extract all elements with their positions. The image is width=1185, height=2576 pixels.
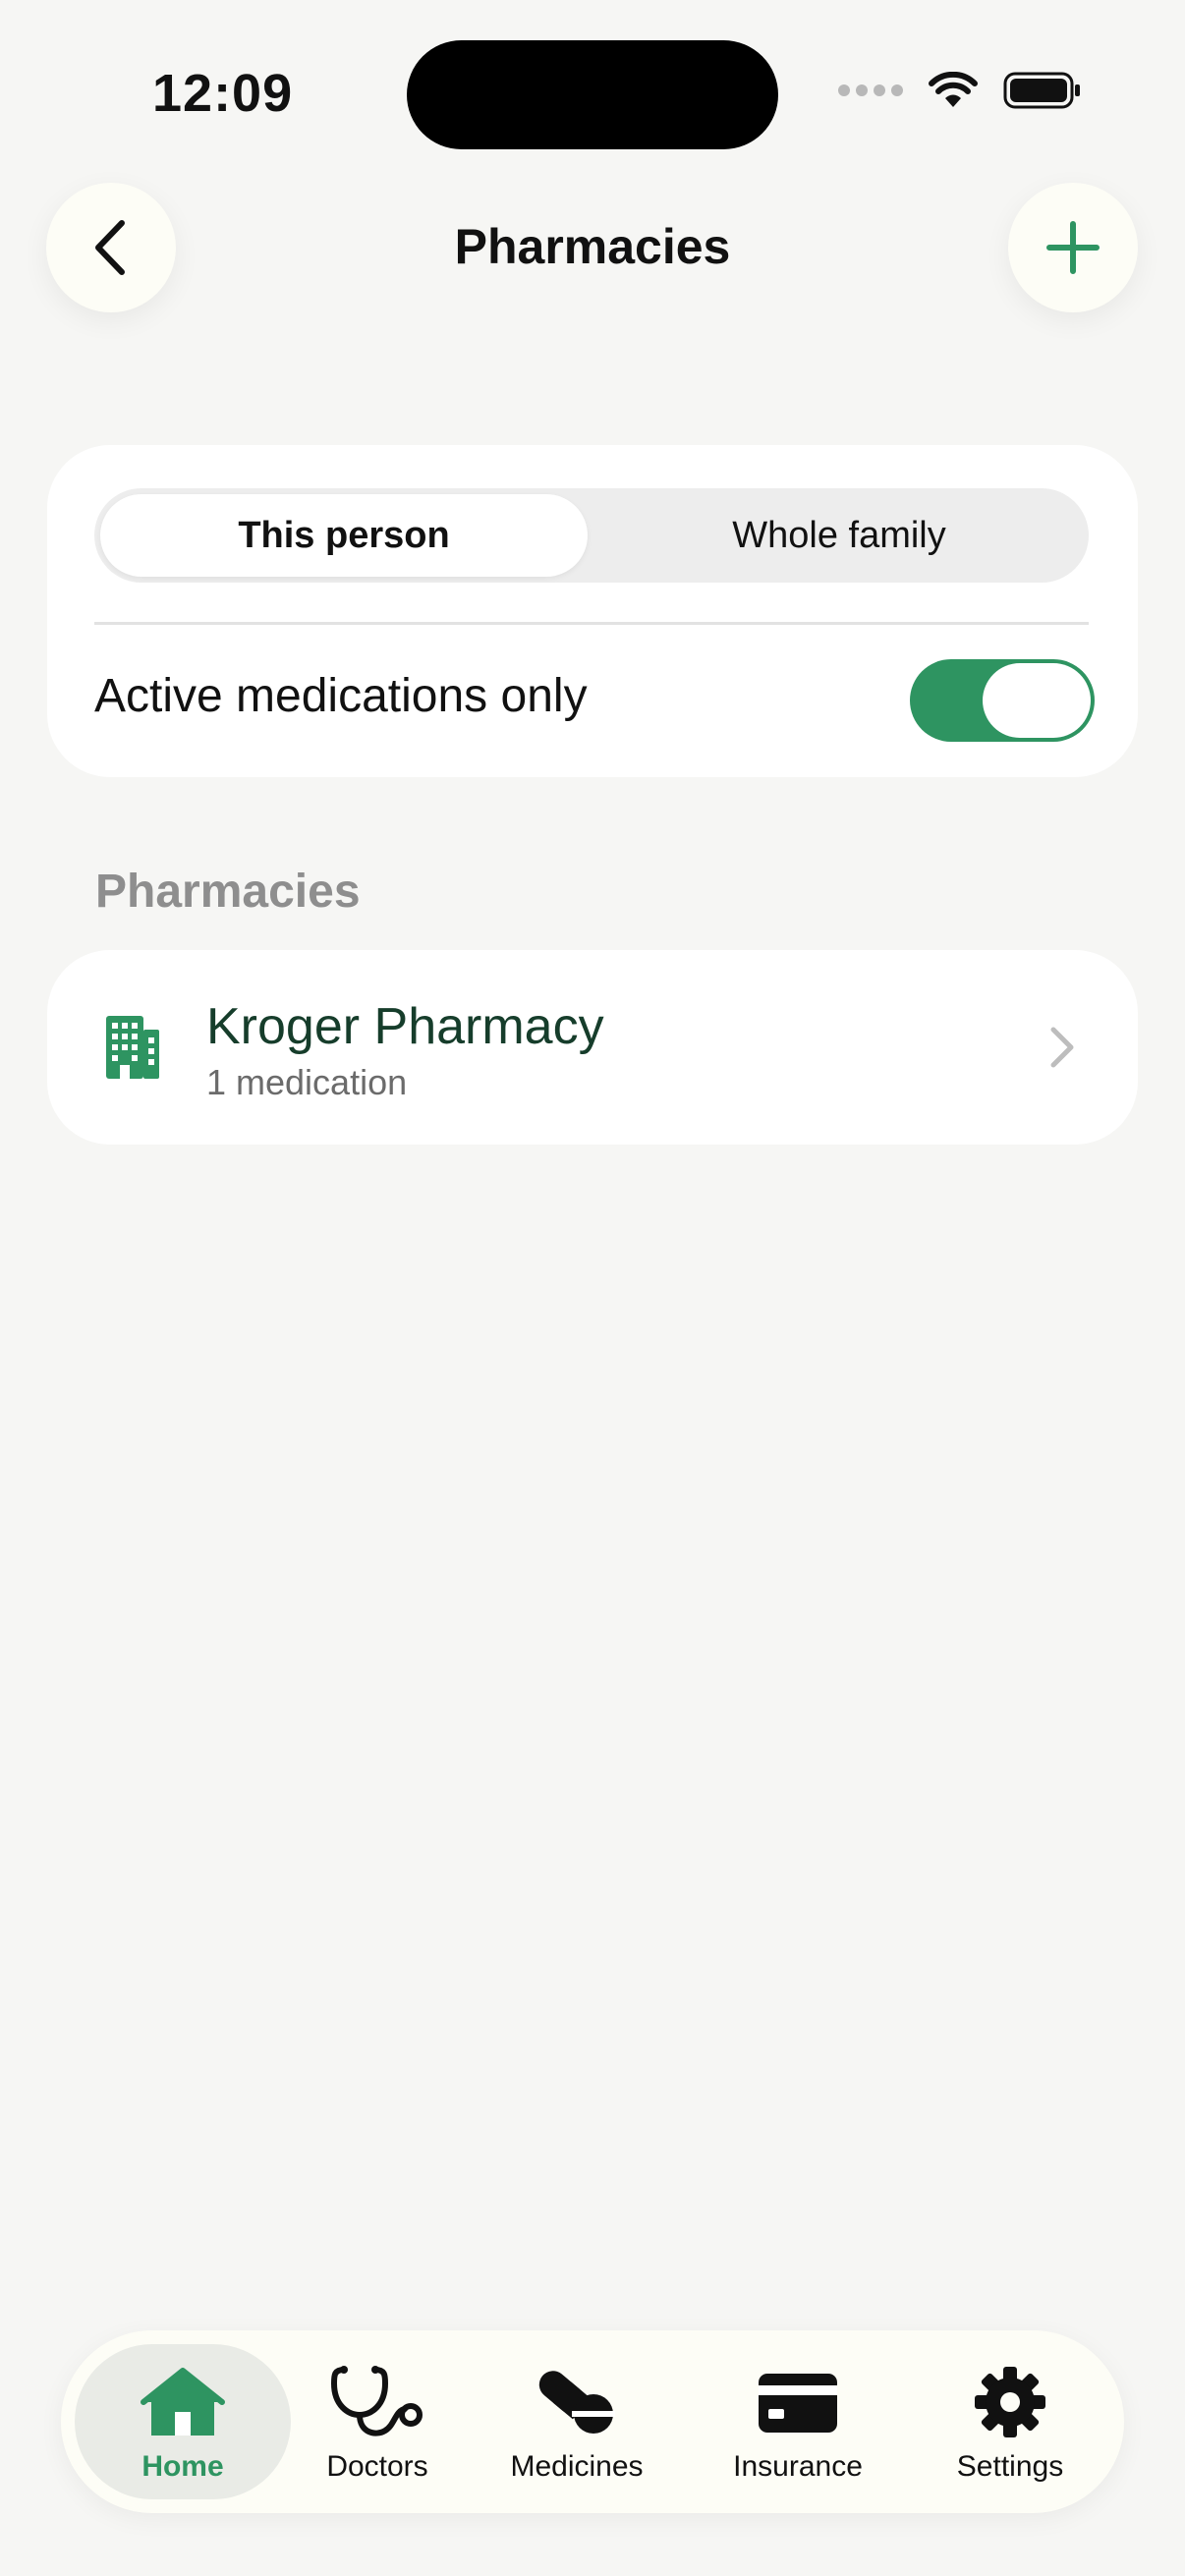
section-title: Pharmacies: [95, 866, 361, 918]
scope-segmented-control: This person Whole family: [94, 488, 1089, 583]
add-pharmacy-button[interactable]: [1008, 183, 1138, 312]
tab-bar: Home Doctors Medicines Insurance Setting…: [61, 2330, 1124, 2513]
tab-insurance[interactable]: Insurance: [690, 2344, 906, 2499]
credit-card-icon: [759, 2374, 837, 2433]
stethoscope-icon: [330, 2366, 423, 2436]
pharmacy-name: Kroger Pharmacy: [206, 998, 604, 1055]
building-icon: [106, 1016, 159, 1079]
segment-whole-family[interactable]: Whole family: [595, 494, 1083, 577]
pills-icon: [538, 2371, 615, 2434]
active-medications-toggle[interactable]: [910, 659, 1095, 742]
toggle-knob: [983, 663, 1091, 738]
status-indicators: [838, 71, 1082, 110]
status-time: 12:09: [152, 64, 294, 123]
segment-this-person[interactable]: This person: [100, 494, 588, 577]
divider: [94, 622, 1089, 625]
gear-icon: [975, 2367, 1045, 2437]
tab-doctors[interactable]: Doctors: [289, 2344, 466, 2499]
tab-home[interactable]: Home: [75, 2344, 291, 2499]
plus-icon: [1046, 221, 1100, 274]
chevron-right-icon: [1050, 1027, 1074, 1068]
filter-card: This person Whole family Active medicati…: [47, 445, 1138, 777]
pharmacy-medication-count: 1 medication: [206, 1062, 408, 1102]
active-medications-label: Active medications only: [94, 670, 588, 722]
tab-settings[interactable]: Settings: [912, 2344, 1108, 2499]
house-icon: [141, 2368, 225, 2436]
wifi-icon: [929, 72, 978, 107]
pharmacy-row[interactable]: Kroger Pharmacy 1 medication: [47, 950, 1138, 1145]
dynamic-island: [407, 40, 778, 149]
tab-medicines[interactable]: Medicines: [474, 2344, 680, 2499]
battery-icon: [1003, 72, 1080, 109]
cellular-signal-icon: [838, 84, 903, 96]
